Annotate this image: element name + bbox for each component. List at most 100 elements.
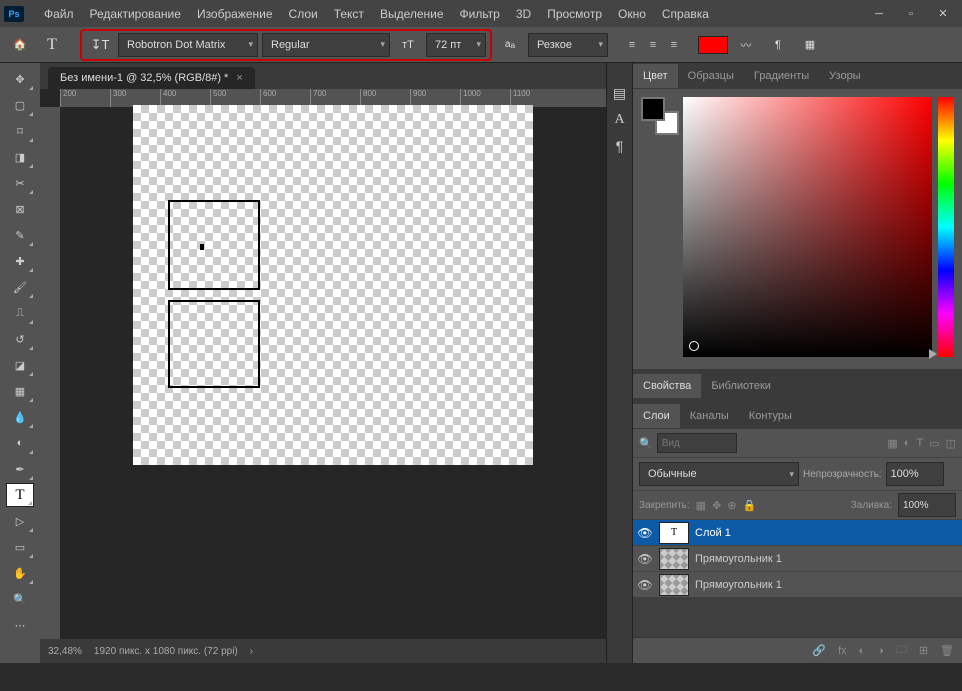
tab-properties[interactable]: Свойства	[633, 374, 701, 398]
stamp-tool[interactable]: ⎍	[6, 301, 34, 325]
marquee-tool[interactable]: ▢	[6, 93, 34, 117]
layer-style-icon[interactable]: fx	[838, 645, 847, 657]
layer-name[interactable]: Прямоугольник 1	[695, 579, 782, 591]
opacity-input[interactable]: 100%	[886, 462, 944, 486]
move-tool[interactable]: ✥	[6, 67, 34, 91]
menu-window[interactable]: Окно	[610, 3, 654, 25]
dodge-tool[interactable]: ◐	[6, 431, 34, 455]
filter-smart-icon[interactable]: ◫	[946, 437, 956, 450]
zoom-tool[interactable]: 🔍	[6, 587, 34, 611]
layer-group-icon[interactable]: 🗀	[896, 641, 907, 660]
hand-tool[interactable]: ✋	[6, 561, 34, 585]
filter-shape-icon[interactable]: ▭	[929, 437, 939, 450]
crop-tool[interactable]: ✂	[6, 171, 34, 195]
menu-file[interactable]: Файл	[36, 3, 82, 25]
tools-more[interactable]: ⋯	[6, 613, 34, 637]
document-tab[interactable]: Без имени-1 @ 32,5% (RGB/8#) * ×	[48, 67, 255, 89]
menu-help[interactable]: Справка	[654, 3, 717, 25]
lock-pixels-icon[interactable]: ▦	[696, 499, 706, 512]
visibility-icon[interactable]: 👁	[637, 578, 653, 592]
antialias-select[interactable]: Резкое	[528, 33, 608, 57]
layer-row[interactable]: 👁 Прямоугольник 1	[633, 571, 962, 597]
tab-paths[interactable]: Контуры	[739, 404, 802, 428]
paragraph-panel-icon[interactable]: ¶	[616, 138, 624, 154]
align-right-button[interactable]: ≡	[664, 35, 684, 55]
fg-bg-swatches[interactable]	[641, 97, 677, 361]
tab-close-icon[interactable]: ×	[236, 72, 242, 84]
frame-tool[interactable]: ⊠	[6, 197, 34, 221]
foreground-color-swatch[interactable]	[641, 97, 665, 121]
object-select-tool[interactable]: ◨	[6, 145, 34, 169]
lock-position-icon[interactable]: ✥	[712, 499, 721, 512]
tab-color[interactable]: Цвет	[633, 64, 678, 88]
layer-name[interactable]: Слой 1	[695, 527, 731, 539]
pen-tool[interactable]: ✒	[6, 457, 34, 481]
menu-select[interactable]: Выделение	[372, 3, 452, 25]
lasso-tool[interactable]: ⌑	[6, 119, 34, 143]
lock-artboard-icon[interactable]: ⊕	[727, 499, 736, 512]
maximize-button[interactable]: ▫	[896, 4, 926, 24]
menu-layers[interactable]: Слои	[281, 3, 326, 25]
text-color-swatch[interactable]	[698, 36, 728, 54]
colors-panel-icon[interactable]: ▤	[613, 85, 626, 102]
menu-filter[interactable]: Фильтр	[452, 3, 508, 25]
home-button[interactable]: 🏠	[6, 31, 34, 59]
type-tool[interactable]: T	[6, 483, 34, 507]
align-left-button[interactable]: ≡	[622, 35, 642, 55]
tab-patterns[interactable]: Узоры	[819, 64, 870, 88]
shape-tool[interactable]: ▭	[6, 535, 34, 559]
tab-libraries[interactable]: Библиотеки	[701, 374, 781, 398]
tab-gradients[interactable]: Градиенты	[744, 64, 819, 88]
close-button[interactable]: ✕	[928, 4, 958, 24]
menu-view[interactable]: Просмотр	[539, 3, 610, 25]
layer-thumbnail[interactable]	[659, 548, 689, 570]
new-layer-icon[interactable]: ⊞	[919, 644, 928, 657]
path-select-tool[interactable]: ▷	[6, 509, 34, 533]
font-size-select[interactable]: 72 пт	[426, 33, 486, 57]
search-icon[interactable]: 🔍	[639, 437, 653, 450]
align-center-button[interactable]: ≡	[643, 35, 663, 55]
minimize-button[interactable]: ─	[864, 4, 894, 24]
tab-channels[interactable]: Каналы	[680, 404, 739, 428]
eyedropper-tool[interactable]: ✎	[6, 223, 34, 247]
tab-swatches[interactable]: Образцы	[678, 64, 744, 88]
warp-text-button[interactable]: 〰	[732, 31, 760, 59]
brush-tool[interactable]: 🖌	[6, 275, 34, 299]
tab-layers[interactable]: Слои	[633, 404, 680, 428]
visibility-icon[interactable]: 👁	[637, 526, 653, 540]
lock-all-icon[interactable]: 🔒	[743, 499, 757, 512]
layer-row[interactable]: 👁 Прямоугольник 1	[633, 545, 962, 571]
rectangle-shape-2[interactable]	[168, 300, 260, 388]
font-family-select[interactable]: Robotron Dot Matrix	[118, 33, 258, 57]
blur-tool[interactable]: 💧	[6, 405, 34, 429]
gradient-tool[interactable]: ▦	[6, 379, 34, 403]
history-brush-tool[interactable]: ↺	[6, 327, 34, 351]
menu-3d[interactable]: 3D	[508, 3, 539, 25]
3d-text-button[interactable]: ▦	[796, 31, 824, 59]
color-field[interactable]	[683, 97, 932, 357]
adjustment-layer-icon[interactable]: ◑	[877, 645, 884, 657]
layer-row[interactable]: 👁 T Слой 1	[633, 519, 962, 545]
zoom-level[interactable]: 32,48%	[48, 646, 82, 657]
filter-adjust-icon[interactable]: ◐	[904, 437, 911, 450]
menu-edit[interactable]: Редактирование	[82, 3, 189, 25]
layer-thumbnail[interactable]: T	[659, 522, 689, 544]
font-style-select[interactable]: Regular	[262, 33, 390, 57]
hue-slider[interactable]	[938, 97, 954, 357]
layer-filter-select[interactable]	[657, 433, 737, 453]
text-orientation-icon[interactable]: ↧T	[86, 31, 114, 59]
eraser-tool[interactable]: ◪	[6, 353, 34, 377]
layer-thumbnail[interactable]	[659, 574, 689, 596]
layer-name[interactable]: Прямоугольник 1	[695, 553, 782, 565]
character-panel-button[interactable]: ¶	[764, 31, 792, 59]
blend-mode-select[interactable]: Обычные	[639, 462, 799, 486]
rectangle-shape-1[interactable]	[168, 200, 260, 290]
fill-input[interactable]: 100%	[898, 493, 956, 517]
visibility-icon[interactable]: 👁	[637, 552, 653, 566]
char-panel-icon[interactable]: A	[614, 112, 624, 128]
delete-layer-icon[interactable]: 🗑	[940, 644, 954, 657]
status-chevron-icon[interactable]: ›	[250, 646, 253, 657]
layer-mask-icon[interactable]: ◐	[859, 645, 866, 657]
filter-image-icon[interactable]: ▦	[887, 437, 897, 450]
healing-tool[interactable]: ✚	[6, 249, 34, 273]
